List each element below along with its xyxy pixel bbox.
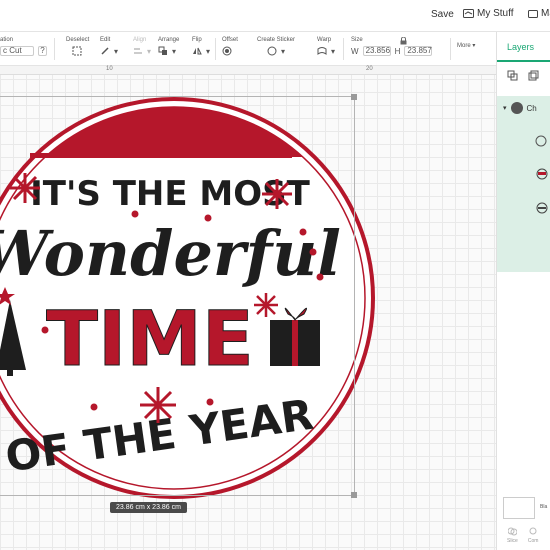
warp-group[interactable]: Warp ▾ — [317, 37, 335, 56]
slice-icon — [507, 527, 518, 536]
edit-toolbar: ation c Cut ? Deselect Edit ▾ Align ▾ Ar… — [0, 32, 496, 66]
edit-label: Edit — [100, 37, 111, 43]
arrange-label: Arrange — [158, 37, 180, 43]
combine-label: Com — [527, 538, 539, 544]
machine-icon — [528, 10, 538, 18]
resize-handle[interactable] — [351, 94, 357, 100]
deselect-label: Deselect — [66, 37, 90, 43]
selection-box[interactable] — [0, 94, 357, 498]
layer-group[interactable] — [497, 96, 550, 272]
chevron-down-icon[interactable]: ▾ — [172, 47, 176, 56]
slice-button[interactable]: Slice — [507, 527, 518, 544]
height-label: H — [394, 46, 401, 56]
flip-group[interactable]: Flip ▾ — [192, 37, 210, 56]
combine-button[interactable]: Com — [527, 527, 539, 544]
folder-icon — [463, 9, 474, 18]
width-input[interactable]: 23.856 — [362, 46, 391, 56]
panel-bottom-tools: Slice Com — [507, 527, 538, 544]
align-icon — [134, 48, 142, 54]
ruler-tick-label: 10 — [106, 66, 113, 72]
chevron-down-icon[interactable]: ▾ — [114, 47, 118, 56]
make-label: Ma — [541, 8, 550, 19]
size-group: Size W 23.856 H 23.857 — [351, 37, 433, 56]
width-label: W — [351, 46, 359, 56]
chevron-down-icon[interactable]: ▾ — [331, 47, 335, 56]
help-button[interactable]: ? — [38, 46, 47, 56]
slice-label: Slice — [507, 538, 518, 544]
chevron-down-icon: ▾ — [147, 46, 152, 56]
more-button[interactable]: More ▾ — [457, 42, 475, 49]
chevron-down-icon[interactable]: ▾ — [503, 104, 507, 112]
toolbar-divider — [343, 38, 344, 60]
deselect-group[interactable]: Deselect — [66, 37, 89, 56]
text-layer-icon[interactable] — [535, 168, 549, 180]
warp-icon[interactable] — [317, 46, 327, 56]
offset-icon[interactable] — [222, 46, 232, 56]
toolbar-divider — [215, 38, 216, 60]
tab-layers-label: Layers — [507, 42, 535, 52]
my-stuff-label: My Stuff — [477, 8, 514, 19]
layer-thumbnail — [510, 102, 523, 114]
arrange-icon[interactable] — [158, 46, 168, 56]
more-group[interactable]: More ▾ — [457, 42, 475, 49]
duplicate-icon[interactable] — [528, 70, 539, 81]
my-stuff-button[interactable]: My Stuff — [463, 8, 514, 19]
top-header: Save My Stuff Ma — [0, 0, 550, 32]
layer-group-row[interactable]: ▾ Ch — [503, 102, 537, 114]
flip-label: Flip — [192, 37, 202, 43]
blank-canvas-swatch[interactable] — [503, 497, 535, 519]
sticker-icon[interactable] — [267, 46, 277, 56]
more-label: More — [457, 43, 471, 49]
edit-group[interactable]: Edit ▾ — [100, 37, 118, 56]
align-group: Align ▾ — [133, 37, 151, 56]
create-sticker-group[interactable]: Create Sticker ▾ — [257, 37, 295, 56]
design-layer-icon[interactable] — [535, 202, 549, 214]
chevron-down-icon[interactable]: ▾ — [281, 47, 285, 56]
dimension-label: 23.86 cm x 23.86 cm — [110, 502, 187, 513]
pencil-icon[interactable] — [100, 46, 110, 56]
resize-handle[interactable] — [351, 492, 357, 498]
toolbar-divider — [54, 38, 55, 60]
arrange-group[interactable]: Arrange ▾ — [158, 37, 179, 56]
tab-layers[interactable]: Layers — [497, 32, 550, 62]
ruler-tick-label: 20 — [366, 66, 373, 72]
size-label: Size — [351, 37, 363, 43]
flip-icon[interactable] — [192, 46, 202, 56]
chevron-down-icon[interactable]: ▾ — [206, 47, 210, 56]
height-input[interactable]: 23.857 — [404, 46, 433, 56]
save-button[interactable]: Save — [431, 9, 454, 20]
top-ruler: 10 20 — [0, 66, 496, 75]
lock-icon[interactable] — [400, 37, 407, 45]
warp-label: Warp — [317, 37, 332, 43]
toolbar-divider — [450, 38, 451, 60]
offset-label: Offset — [222, 37, 238, 43]
operation-label: ation — [0, 37, 14, 43]
align-label: Align — [133, 37, 147, 43]
make-button[interactable]: Ma — [528, 8, 550, 19]
circle-layer-icon[interactable] — [535, 135, 547, 147]
combine-icon — [529, 527, 537, 535]
deselect-icon[interactable] — [72, 46, 82, 56]
operation-select[interactable]: c Cut — [0, 46, 34, 56]
group-icon[interactable] — [507, 70, 518, 81]
operation-group: ation c Cut ? — [0, 37, 47, 56]
blank-canvas-label: Bla — [540, 504, 548, 510]
layers-panel: Layers ▾ Ch Bla Slice Com — [496, 32, 550, 550]
offset-group[interactable]: Offset — [222, 37, 238, 56]
layer-group-label: Ch — [526, 103, 537, 113]
create-sticker-label: Create Sticker — [257, 37, 296, 43]
